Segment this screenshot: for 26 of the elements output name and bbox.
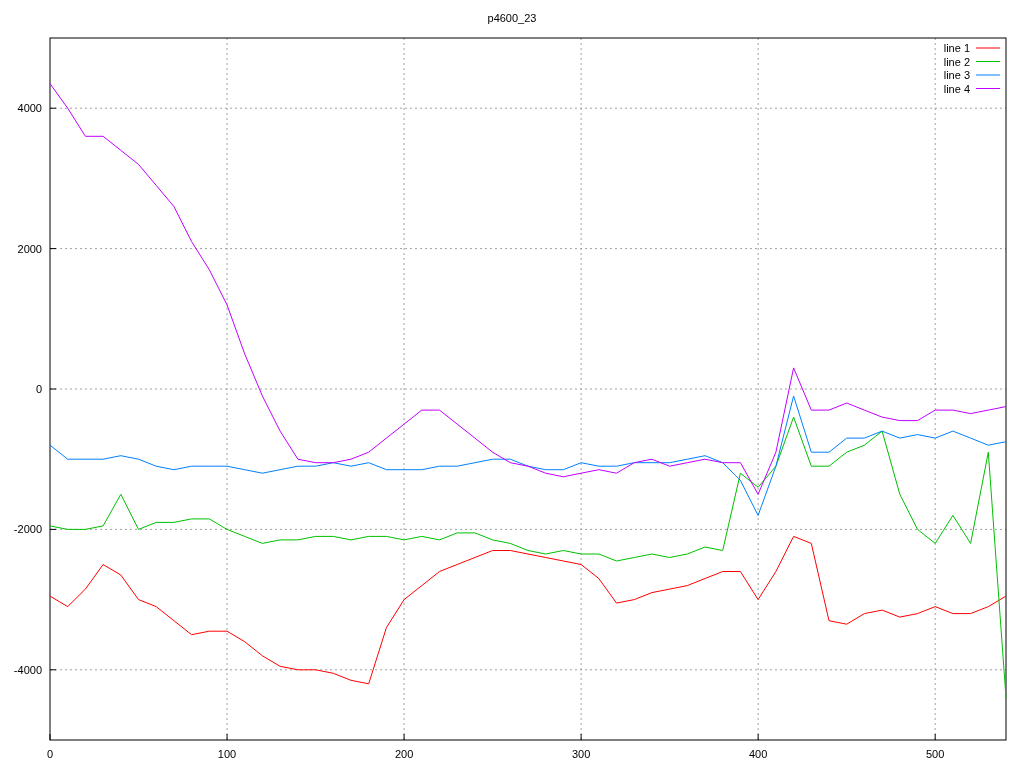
legend-label: line 2 [943,55,970,68]
x-tick-label: 100 [217,748,237,760]
x-tick-label: 400 [748,748,768,760]
tick-mark [49,528,57,530]
tick-mark [226,733,228,741]
tick-mark [49,107,57,109]
tick-mark [580,733,582,741]
x-tick-label: 300 [571,748,591,760]
tick-mark [403,733,405,741]
tick-mark [757,733,759,741]
y-tick-label: 4000 [17,102,42,115]
tick-mark [49,669,57,671]
x-tick-label: 200 [394,748,414,760]
tick-mark [934,733,936,741]
tick-mark [49,388,57,390]
chart-title: p4600_23 [487,12,537,24]
y-tick-label: 2000 [17,242,42,255]
x-tick-label: 500 [926,748,945,760]
x-tick-label: 0 [46,748,54,760]
y-tick-label: 0 [35,383,42,395]
y-tick-label: -4000 [13,663,42,676]
legend-label: line 1 [943,42,970,54]
y-tick-label: -2000 [13,523,42,536]
legend-label: line 4 [943,82,970,95]
legend-label: line 3 [943,69,970,81]
tick-mark [49,248,57,250]
